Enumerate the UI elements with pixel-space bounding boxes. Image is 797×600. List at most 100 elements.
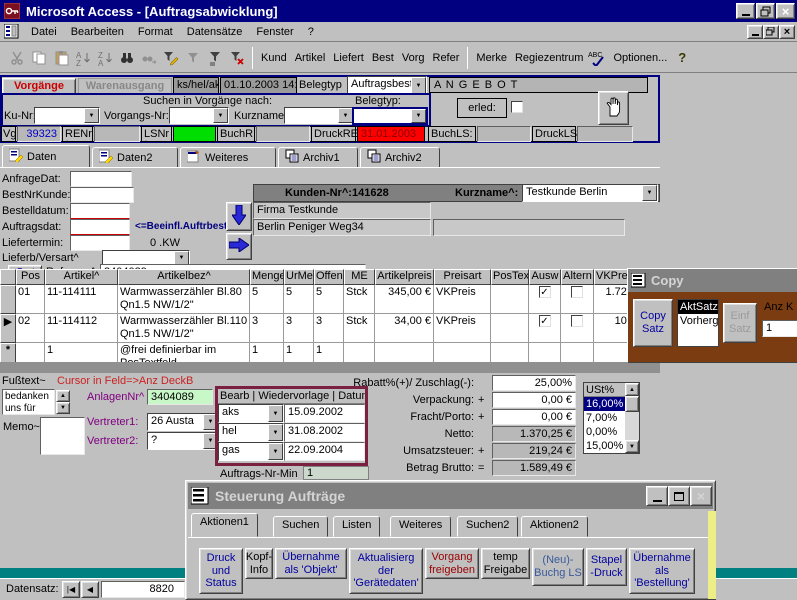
rabatt-field[interactable]: 25,00%: [492, 375, 576, 391]
menu-datensaetze[interactable]: Datensätze: [180, 24, 250, 40]
cell-me[interactable]: Stck: [344, 314, 375, 343]
tab-weiteres2[interactable]: Weiteres: [390, 516, 451, 537]
druck-und-status-button[interactable]: Druck und Status: [199, 548, 243, 594]
tab-weiteres[interactable]: Weiteres: [180, 147, 276, 168]
toolbar-merke-button[interactable]: Merke: [472, 50, 511, 66]
cell-artikel[interactable]: 11-114111: [45, 285, 118, 314]
stapel-druck-button[interactable]: Stapel -Druck: [586, 548, 627, 586]
bearb-who-dropdown[interactable]: aks▼: [218, 404, 284, 423]
current-row-marker[interactable]: ▶: [0, 314, 16, 343]
col-pos[interactable]: Pos: [16, 269, 45, 285]
cell-postext[interactable]: [491, 285, 529, 314]
cut-icon[interactable]: [7, 48, 27, 68]
cell-menge[interactable]: 5: [250, 285, 284, 314]
cell-offen[interactable]: 3: [314, 314, 344, 343]
kunr-dropdown[interactable]: ▼: [34, 107, 100, 124]
paste-icon[interactable]: [51, 48, 71, 68]
toolbar-vorg-button[interactable]: Vorg: [398, 50, 429, 66]
copy-satz-button[interactable]: Copy Satz: [633, 299, 673, 347]
chevron-down-icon[interactable]: ▼: [213, 108, 228, 123]
col-menge[interactable]: Menge: [250, 269, 284, 285]
altern-checkbox[interactable]: [571, 286, 583, 298]
toolbar-regiezentrum-button[interactable]: Regiezentrum: [511, 50, 587, 66]
mdi-minimize-button[interactable]: [747, 25, 763, 39]
copy-source-list[interactable]: AktSatz VorhergSa: [677, 299, 719, 347]
col-altern[interactable]: Altern: [561, 269, 594, 285]
altern-checkbox[interactable]: [571, 315, 583, 327]
cell-urmen[interactable]: 3: [284, 314, 314, 343]
aktualisierg-geraetedaten-button[interactable]: Aktualisierg der 'Gerätedaten': [349, 548, 423, 594]
mdi-close-button[interactable]: ×: [779, 25, 795, 39]
cell-pos[interactable]: 01: [16, 285, 45, 314]
belegtyp-dropdown[interactable]: Auftragsbestä▼: [347, 76, 427, 95]
ausw-checkbox[interactable]: ✓: [539, 315, 551, 327]
vorgangsnr-dropdown[interactable]: ▼: [169, 107, 229, 124]
menu-hilfe[interactable]: ?: [301, 24, 321, 40]
col-preisart[interactable]: Preisart: [434, 269, 491, 285]
hand-button[interactable]: [598, 91, 629, 125]
toolbar-kund-button[interactable]: Kund: [257, 50, 291, 66]
col-artikelbez[interactable]: Artikelbez^: [118, 269, 250, 285]
chevron-down-icon[interactable]: ▼: [84, 108, 99, 123]
anz-field[interactable]: 1: [762, 320, 797, 337]
chevron-down-icon[interactable]: ▼: [268, 424, 283, 441]
belegtyp2-dropdown[interactable]: ▼: [352, 107, 428, 125]
kurzname-dropdown[interactable]: ▼: [284, 107, 354, 124]
ust-item[interactable]: 15,00%: [584, 439, 625, 453]
tab-aktionen1[interactable]: Aktionen1: [191, 513, 258, 537]
steuerung-title-bar[interactable]: Steuerung Aufträge ×: [188, 483, 713, 509]
col-ausw[interactable]: Ausw: [529, 269, 561, 285]
einf-satz-button[interactable]: Einf Satz: [723, 303, 757, 343]
ust-listbox[interactable]: USt% 16,00% 7,00% 0,00% 15,00% ▲ ▼: [583, 382, 640, 454]
cell-artikelpreis[interactable]: 345,00 €: [375, 285, 434, 314]
col-artikelpreis[interactable]: Artikelpreis: [375, 269, 434, 285]
menu-format[interactable]: Format: [131, 24, 180, 40]
cell-ausw[interactable]: ✓: [529, 314, 561, 343]
cell-artikel[interactable]: 11-114112: [45, 314, 118, 343]
firma-field[interactable]: Firma Testkunde: [253, 202, 431, 219]
col-offen[interactable]: Offen: [314, 269, 344, 285]
cell-preisart[interactable]: VKPreis: [434, 314, 491, 343]
ust-scrollbar[interactable]: ▲ ▼: [625, 383, 639, 453]
col-artikel[interactable]: Artikel^: [45, 269, 118, 285]
toolbar-refer-button[interactable]: Refer: [429, 50, 464, 66]
chevron-down-icon[interactable]: ▼: [411, 77, 426, 94]
cell-altern[interactable]: [561, 285, 594, 314]
previous-record-button[interactable]: ◀: [81, 581, 99, 598]
tab-daten[interactable]: Daten: [2, 145, 90, 168]
chevron-down-icon[interactable]: ▼: [338, 108, 353, 123]
first-record-button[interactable]: |◀: [62, 581, 80, 598]
erled-checkbox[interactable]: [511, 101, 523, 113]
tab-aktionen2[interactable]: Aktionen2: [521, 516, 588, 537]
sort-descending-icon[interactable]: ZA: [95, 48, 115, 68]
toolbar-best-button[interactable]: Best: [368, 50, 398, 66]
tab-archiv1[interactable]: Archiv1: [278, 147, 358, 168]
help-icon[interactable]: ?: [672, 48, 692, 68]
menu-datei[interactable]: Datei: [24, 24, 64, 40]
bestnrkunde-field[interactable]: [70, 187, 134, 203]
cell-artikelbez[interactable]: Warmwasserzähler Bl.80Qn1.5 NW/1/2": [118, 285, 250, 314]
close-button[interactable]: ×: [776, 3, 795, 19]
list-item-vorhergsatz[interactable]: VorhergSa: [678, 314, 718, 328]
table-row[interactable]: 01 11-114111 Warmwasserzähler Bl.80Qn1.5…: [0, 285, 636, 314]
spellcheck-icon[interactable]: ABC: [588, 48, 608, 68]
neu-buchg-ls-button[interactable]: (Neu)-Buchg LS: [532, 548, 584, 586]
tab-archiv2[interactable]: Archiv2: [360, 147, 440, 168]
cell-preisart[interactable]: VKPreis: [434, 285, 491, 314]
cell-me[interactable]: Stck: [344, 285, 375, 314]
cell-offen[interactable]: 5: [314, 285, 344, 314]
close-button[interactable]: ×: [690, 486, 712, 506]
uebernahme-objekt-button[interactable]: Übernahme als 'Objekt': [275, 548, 347, 579]
vertreter2-dropdown[interactable]: ?▼: [147, 432, 219, 450]
cell-ausw[interactable]: ✓: [529, 285, 561, 314]
memo-field[interactable]: [40, 417, 85, 455]
cell-altern[interactable]: [561, 314, 594, 343]
copy-icon[interactable]: [29, 48, 49, 68]
liefertermin-field[interactable]: [70, 235, 130, 251]
goto-detail-button[interactable]: [226, 233, 252, 260]
bearb-who-dropdown[interactable]: hel▼: [218, 423, 284, 442]
row-selector[interactable]: [0, 285, 16, 314]
temp-freigabe-button[interactable]: temp Freigabe: [481, 548, 530, 579]
restore-button[interactable]: [756, 3, 775, 19]
cell-menge[interactable]: 3: [250, 314, 284, 343]
